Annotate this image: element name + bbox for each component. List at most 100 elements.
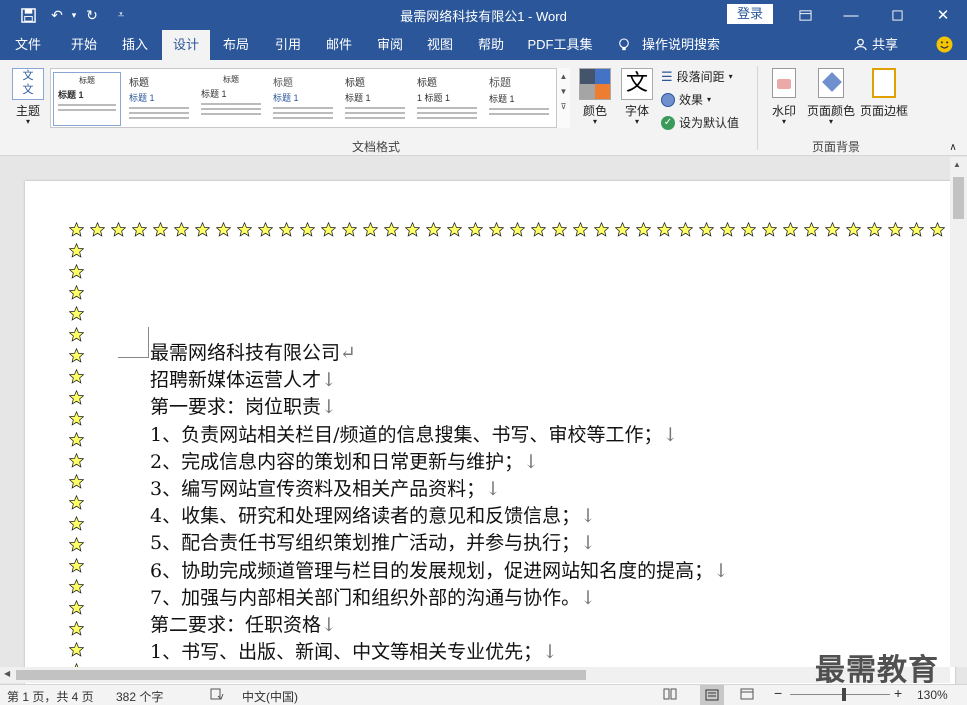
border-star-icon [68,473,85,490]
border-star-icon [446,221,463,238]
document-page[interactable]: 最需网络科技有限公司↵ 招聘新媒体运营人才↓ 第一要求：岗位职责↓ 1、负责网站相关栏… [25,181,955,685]
lightbulb-icon[interactable] [612,30,636,60]
tell-me-search[interactable]: 操作说明搜索 [640,30,722,60]
line-break-mark: ↓ [580,532,597,555]
tab-insert[interactable]: 插入 [113,30,157,60]
border-star-icon [467,221,484,238]
scroll-left-icon[interactable]: ◀ [4,669,10,678]
gallery-down-icon[interactable]: ▼ [557,87,570,96]
effects-button[interactable]: 效果 ▾ [661,91,711,108]
vertical-scroll-thumb[interactable] [953,177,964,219]
vertical-scrollbar[interactable]: ▲ [950,157,967,667]
scroll-up-icon[interactable]: ▲ [953,160,961,169]
border-star-icon [299,221,316,238]
share-button[interactable]: 共享 [870,30,900,60]
line-break-mark: ↓ [580,505,597,528]
page-border-icon[interactable] [872,68,896,98]
page-count[interactable]: 第 1 页，共 4 页 [7,688,94,705]
document-line[interactable]: 7、加强与内部相关部门和组织外部的沟通与协作。↓ [150,583,596,610]
fonts-dropdown-icon[interactable]: ▾ [620,117,654,126]
language-indicator[interactable]: 中文(中国) [242,688,298,705]
tab-file[interactable]: 文件 [6,30,50,60]
themes-icon[interactable]: 文文 [12,68,44,100]
zoom-out-icon[interactable]: − [774,685,782,701]
gallery-up-icon[interactable]: ▲ [557,72,570,81]
login-button[interactable]: 登录 [727,4,773,24]
border-star-icon [68,452,85,469]
margin-corner-mark [118,327,149,358]
border-star-icon [719,221,736,238]
horizontal-scroll-thumb[interactable] [16,670,586,680]
style-set-5[interactable]: 标题 标题 1 [341,72,409,126]
line-text: 6、协助完成频道管理与栏目的发展规划，促进网站知名度的提高； [150,559,714,582]
colors-icon[interactable] [579,68,611,100]
read-mode-icon[interactable] [663,688,677,703]
tab-references[interactable]: 引用 [266,30,310,60]
style-set-gallery: 标题 标题 1 标题 标题 1 标题 标题 1 标题 标题 1 标题 标题 1 … [50,68,570,128]
document-line[interactable]: 1、书写、出版、新闻、中文等相关专业优先；↓ [150,637,558,664]
document-line[interactable]: 第一要求：岗位职责↓ [150,392,337,419]
fonts-icon[interactable]: 文 [621,68,653,100]
tab-help[interactable]: 帮助 [469,30,513,60]
zoom-level[interactable]: 130% [917,688,948,702]
document-line[interactable]: 5、配合责任书写组织策划推广活动，并参与执行；↓ [150,528,596,555]
page-color-dropdown-icon[interactable]: ▾ [804,117,858,126]
zoom-slider[interactable] [790,694,890,695]
border-star-icon [404,221,421,238]
smiley-icon[interactable] [932,30,956,60]
themes-dropdown-icon[interactable]: ▾ [10,117,46,126]
minimize-icon[interactable]: — [828,0,874,30]
border-star-icon [425,221,442,238]
proofing-icon[interactable] [210,688,224,703]
colors-dropdown-icon[interactable]: ▾ [578,117,612,126]
print-layout-icon[interactable] [700,685,724,705]
style-set-7[interactable]: 标题 标题 1 [485,72,553,126]
page-color-icon[interactable] [818,68,844,98]
line-text: 第一要求：岗位职责 [150,396,322,419]
document-line[interactable]: 4、收集、研究和处理网络读者的意见和反馈信息；↓ [150,501,596,528]
style-set-1[interactable]: 标题 标题 1 [53,72,121,126]
page-border-button[interactable]: 页面边框 [857,102,911,119]
tab-pdf-tools[interactable]: PDF工具集 [525,30,595,60]
document-line[interactable]: 3、编写网站宣传资料及相关产品资料；↓ [150,474,501,501]
tab-design[interactable]: 设计 [162,30,210,60]
user-icon[interactable] [850,30,870,60]
set-as-default-button[interactable]: ✓ 设为默认值 [661,114,739,131]
tab-review[interactable]: 审阅 [368,30,412,60]
paragraph-spacing-button[interactable]: ☰ 段落间距 ▾ [661,68,733,85]
maximize-icon[interactable] [874,0,920,30]
border-star-icon [68,620,85,637]
web-layout-icon[interactable] [740,688,754,703]
style-set-6[interactable]: 标题 1 标题 1 [413,72,481,126]
style-set-4[interactable]: 标题 标题 1 [269,72,337,126]
tab-home[interactable]: 开始 [62,30,106,60]
line-break-mark: ↓ [713,559,730,582]
horizontal-scrollbar[interactable]: ◀ [0,667,950,683]
style-set-3[interactable]: 标题 标题 1 [197,72,265,126]
border-star-icon [68,242,85,259]
zoom-slider-thumb[interactable] [842,688,846,701]
style-set-2[interactable]: 标题 标题 1 [125,72,193,126]
collapse-ribbon-icon[interactable]: ∧ [946,142,960,153]
watermark-dropdown-icon[interactable]: ▾ [766,117,802,126]
document-line[interactable]: 2、完成信息内容的策划和日常更新与维护；↓ [150,447,539,474]
border-star-icon [68,431,85,448]
gallery-more-icon[interactable]: ⊽ [557,102,570,111]
tab-view[interactable]: 视图 [418,30,462,60]
tab-layout[interactable]: 布局 [214,30,258,60]
word-count[interactable]: 382 个字 [116,688,163,705]
document-line[interactable]: 最需网络科技有限公司↵ [150,338,356,365]
document-line[interactable]: 第二要求：任职资格↓ [150,610,337,637]
tab-mailings[interactable]: 邮件 [317,30,361,60]
border-star-icon [740,221,757,238]
document-line[interactable]: 招聘新媒体运营人才↓ [150,365,337,392]
line-text: 4、收集、研究和处理网络读者的意见和反馈信息； [150,505,581,528]
ribbon-display-options-icon[interactable] [782,0,828,30]
watermark-icon[interactable] [772,68,796,98]
gallery-scroll[interactable]: ▲ ▼ ⊽ [556,68,570,128]
border-star-icon [509,221,526,238]
border-star-icon [362,221,379,238]
document-line[interactable]: 1、负责网站相关栏目/频道的信息搜集、书写、审校等工作；↓ [150,420,678,447]
document-line[interactable]: 6、协助完成频道管理与栏目的发展规划，促进网站知名度的提高；↓ [150,556,729,583]
close-icon[interactable]: ✕ [920,0,966,30]
